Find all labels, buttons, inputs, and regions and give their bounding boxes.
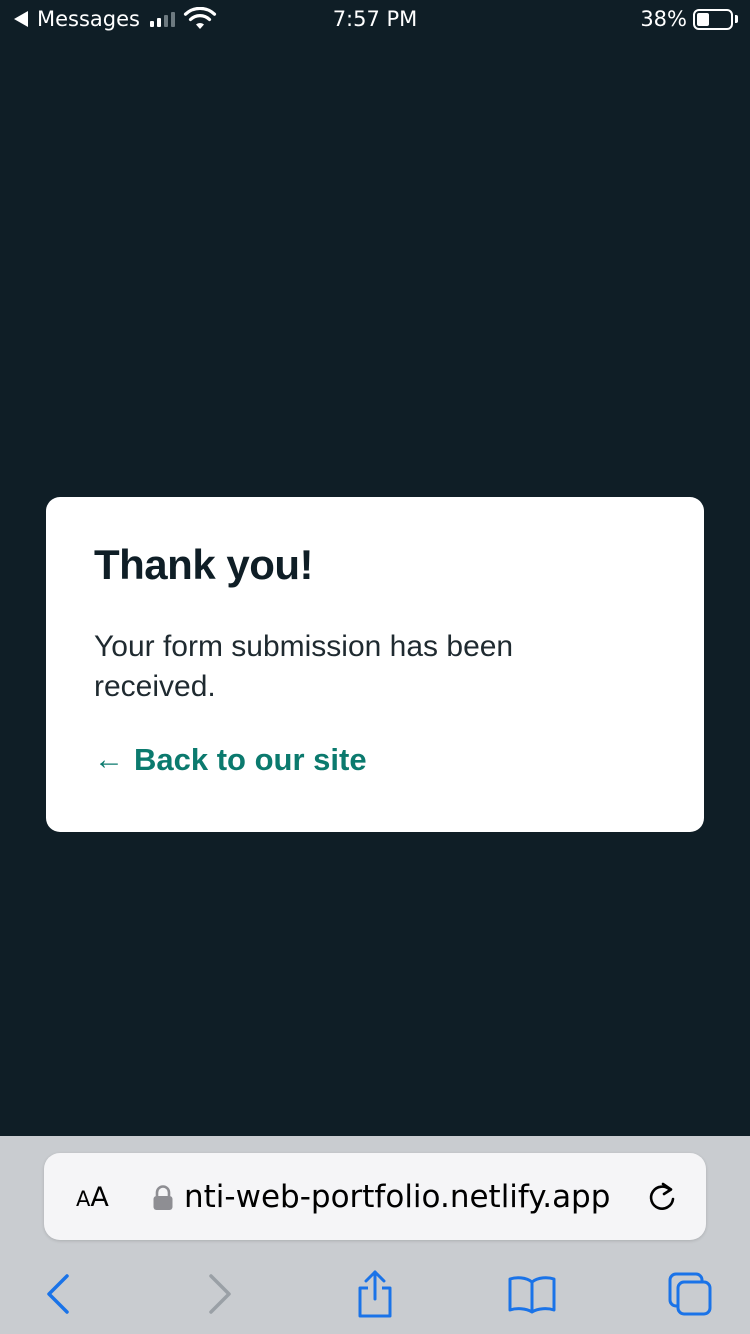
status-bar-right: 38% [640, 7, 738, 31]
back-to-site-link[interactable]: ← Back to our site [94, 742, 367, 778]
confirmation-card: Thank you! Your form submission has been… [46, 497, 704, 832]
text-size-small-glyph: A [76, 1187, 91, 1211]
address-bar[interactable]: AA nti-web-portfolio.netlify.app [44, 1153, 706, 1240]
forward-button[interactable] [192, 1266, 248, 1322]
browser-toolbar: AA nti-web-portfolio.netlify.app [0, 1136, 750, 1334]
reload-icon[interactable] [644, 1179, 680, 1215]
back-to-site-label: Back to our site [134, 742, 367, 777]
battery-icon [693, 8, 733, 30]
url-text[interactable]: nti-web-portfolio.netlify.app [184, 1179, 610, 1215]
arrow-left-icon: ← [94, 743, 124, 776]
status-bar: Messages 7:57 PM 38% [0, 0, 750, 40]
confirmation-message: Your form submission has been received. [94, 630, 514, 703]
text-size-button[interactable]: AA [76, 1182, 109, 1213]
battery-percent: 38% [640, 7, 687, 31]
forward-icon [209, 1274, 231, 1314]
status-time: 7:57 PM [332, 7, 418, 31]
battery-level-fill [697, 12, 710, 26]
lock-icon [153, 1185, 173, 1210]
bookmarks-button[interactable] [504, 1266, 560, 1322]
battery-tip [735, 15, 738, 23]
confirmation-title: Thank you! [94, 541, 314, 588]
back-button[interactable] [30, 1266, 86, 1322]
tabs-button[interactable] [662, 1266, 718, 1322]
share-icon [358, 1270, 392, 1318]
tabs-icon [668, 1272, 712, 1316]
text-size-big-glyph: A [90, 1182, 109, 1213]
bookmarks-icon [508, 1276, 556, 1314]
back-icon [47, 1274, 69, 1314]
share-button[interactable] [347, 1266, 403, 1322]
